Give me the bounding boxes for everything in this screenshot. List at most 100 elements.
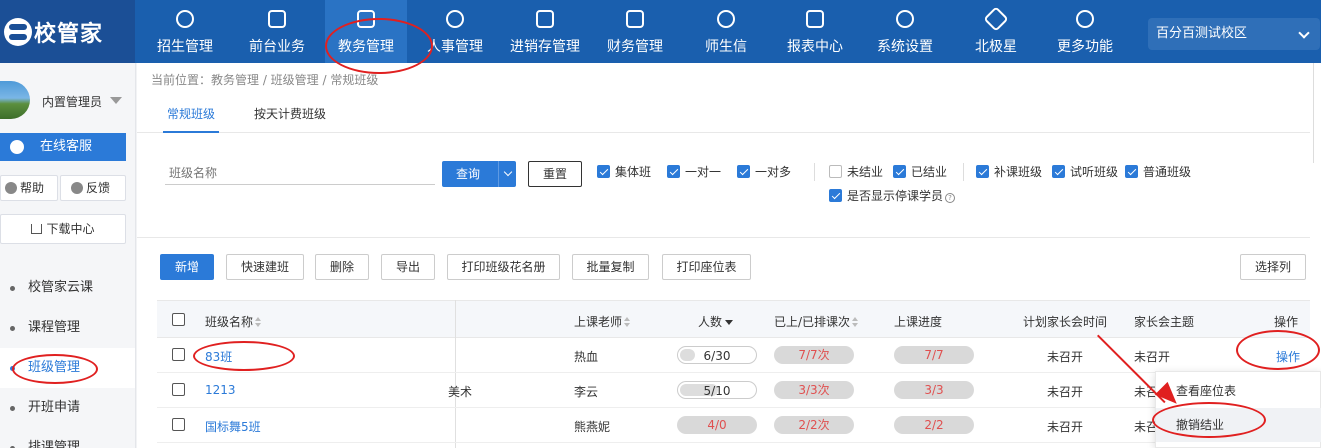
checkbox-group-class[interactable]: 集体班 — [597, 165, 651, 181]
export-button[interactable]: 导出 — [381, 254, 435, 280]
print-seats-button[interactable]: 打印座位表 — [662, 254, 751, 280]
teacher-cell: 熊燕妮 — [574, 420, 611, 434]
checkbox-icon — [597, 165, 610, 178]
table-row: 1213 美术 李云 5/10 3/3次 3/3 未召开 未召 — [157, 373, 1310, 408]
reset-button[interactable]: 重置 — [528, 161, 582, 187]
header-label: 上课老师 — [574, 315, 623, 329]
feedback-label: 反馈 — [86, 181, 111, 195]
checkbox-show-suspended[interactable]: 是否显示停课学员? — [829, 189, 956, 205]
tab-regular-classes[interactable]: 常规班级 — [162, 105, 220, 133]
nav-label: 北极星 — [975, 39, 1017, 55]
nav-more[interactable]: 更多功能 — [1044, 0, 1126, 63]
divider — [814, 163, 815, 181]
checkbox-icon — [1125, 165, 1138, 178]
batch-copy-button[interactable]: 批量复制 — [572, 254, 649, 280]
count-text: 6/30 — [703, 349, 731, 363]
operation-link[interactable]: 操作 — [1276, 348, 1300, 365]
count-fill — [680, 349, 695, 361]
nav-reports[interactable]: 报表中心 — [774, 0, 856, 63]
avatar[interactable] — [0, 81, 30, 119]
select-all-checkbox[interactable] — [172, 313, 185, 326]
logo-text: 校管家 — [34, 21, 104, 47]
sidebar-item-scheduling[interactable]: 排课管理 — [0, 428, 135, 448]
delete-button[interactable]: 删除 — [315, 254, 369, 280]
online-service-button[interactable]: 在线客服 — [0, 133, 126, 161]
user-name[interactable]: 内置管理员 — [42, 93, 102, 110]
checkbox-label: 是否显示停课学员 — [847, 189, 944, 203]
header-lessons[interactable]: 已上/已排课次 — [774, 313, 859, 330]
feedback-icon — [71, 182, 83, 194]
sort-icon — [852, 317, 859, 327]
checkbox-label: 未结业 — [847, 165, 884, 179]
menu-item-view-seats[interactable]: 查看座位表 — [1156, 374, 1321, 408]
person-icon — [446, 10, 464, 28]
count-text: 5/10 — [703, 384, 731, 398]
nav-polaris[interactable]: 北极星 — [955, 0, 1037, 63]
checkbox-label: 集体班 — [615, 165, 652, 179]
class-name-search-input[interactable] — [165, 161, 435, 185]
checkbox-label: 补课班级 — [994, 165, 1043, 179]
nav-academic[interactable]: 教务管理 — [325, 0, 407, 63]
school-select[interactable]: 百分百测试校区 — [1148, 18, 1320, 50]
nav-inventory[interactable]: 进销存管理 — [500, 0, 590, 63]
nav-hr[interactable]: 人事管理 — [414, 0, 496, 63]
class-name-link[interactable]: 83班 — [205, 348, 232, 365]
checkbox-label: 一对一 — [685, 165, 722, 179]
lessons-progress: 3/3次 — [774, 381, 854, 399]
row-checkbox[interactable] — [172, 418, 185, 431]
class-progress: 3/3 — [894, 381, 974, 399]
header-class-name[interactable]: 班级名称 — [205, 313, 262, 330]
print-roster-button[interactable]: 打印班级花名册 — [447, 254, 560, 280]
checkbox-makeup-class[interactable]: 补课班级 — [976, 165, 1042, 181]
checkbox-one-to-many[interactable]: 一对多 — [737, 165, 791, 181]
teacher-cell: 热血 — [574, 350, 599, 364]
sidebar-item-open-class-request[interactable]: 开班申请 — [0, 388, 135, 428]
checkbox-trial-class[interactable]: 试听班级 — [1052, 165, 1118, 181]
row-checkbox[interactable] — [172, 348, 185, 361]
chevron-down-icon[interactable] — [498, 161, 516, 187]
header-operation: 操作 — [1274, 315, 1299, 329]
select-columns-button[interactable]: 选择列 — [1240, 254, 1306, 280]
settings-icon — [896, 10, 914, 28]
app-logo[interactable]: 校管家 — [0, 0, 135, 63]
header-progress: 上课进度 — [894, 315, 943, 329]
sidebar: 内置管理员 在线客服 帮助 反馈 下载中心 校管家云课 课程管理 班级管理 开班… — [0, 63, 136, 448]
class-name-link[interactable]: 1213 — [205, 383, 236, 397]
sidebar-item-course-management[interactable]: 课程管理 — [0, 308, 135, 348]
nav-enrollment[interactable]: 招生管理 — [144, 0, 226, 63]
table-header: 班级名称 上课老师 人数 已上/已排课次 上课进度 计划家长会时间 家长会主题 … — [157, 300, 1310, 338]
nav-messages[interactable]: 师生信 — [685, 0, 767, 63]
row-checkbox[interactable] — [172, 383, 185, 396]
sidebar-item-class-management[interactable]: 班级管理 — [0, 348, 135, 388]
nav-finance[interactable]: 财务管理 — [594, 0, 676, 63]
caret-down-icon[interactable] — [110, 97, 122, 104]
checkbox-not-graduated[interactable]: 未结业 — [829, 165, 883, 181]
checkbox-normal-class[interactable]: 普通班级 — [1125, 165, 1191, 181]
feedback-button[interactable]: 反馈 — [60, 175, 126, 201]
checkbox-label: 已结业 — [911, 165, 948, 179]
menu-item-undo-graduate[interactable]: 撤销结业 — [1156, 408, 1321, 442]
checkbox-graduated[interactable]: 已结业 — [893, 165, 947, 181]
bullet-icon — [10, 366, 15, 371]
download-center-button[interactable]: 下载中心 — [0, 214, 126, 244]
header-teacher[interactable]: 上课老师 — [574, 313, 631, 330]
class-name-link[interactable]: 国标舞5班 — [205, 418, 261, 435]
sidebar-item-cloud-course[interactable]: 校管家云课 — [0, 268, 135, 308]
help-icon[interactable]: ? — [945, 193, 956, 203]
screen-icon — [268, 10, 286, 28]
add-button[interactable]: 新增 — [160, 254, 214, 280]
checkbox-one-on-one[interactable]: 一对一 — [667, 165, 721, 181]
nav-label: 前台业务 — [249, 39, 305, 55]
sidebar-item-label: 排课管理 — [28, 440, 81, 448]
query-button[interactable]: 查询 — [442, 161, 516, 187]
download-icon — [31, 224, 43, 234]
school-name: 百分百测试校区 — [1156, 26, 1248, 41]
query-label: 查询 — [456, 167, 481, 181]
nav-front-desk[interactable]: 前台业务 — [236, 0, 318, 63]
tab-daily-billing-classes[interactable]: 按天计费班级 — [254, 105, 326, 122]
quick-create-class-button[interactable]: 快速建班 — [226, 254, 304, 280]
header-count[interactable]: 人数 — [698, 313, 734, 330]
scrollbar[interactable] — [1313, 63, 1321, 163]
help-button[interactable]: 帮助 — [0, 175, 58, 201]
nav-settings[interactable]: 系统设置 — [864, 0, 946, 63]
